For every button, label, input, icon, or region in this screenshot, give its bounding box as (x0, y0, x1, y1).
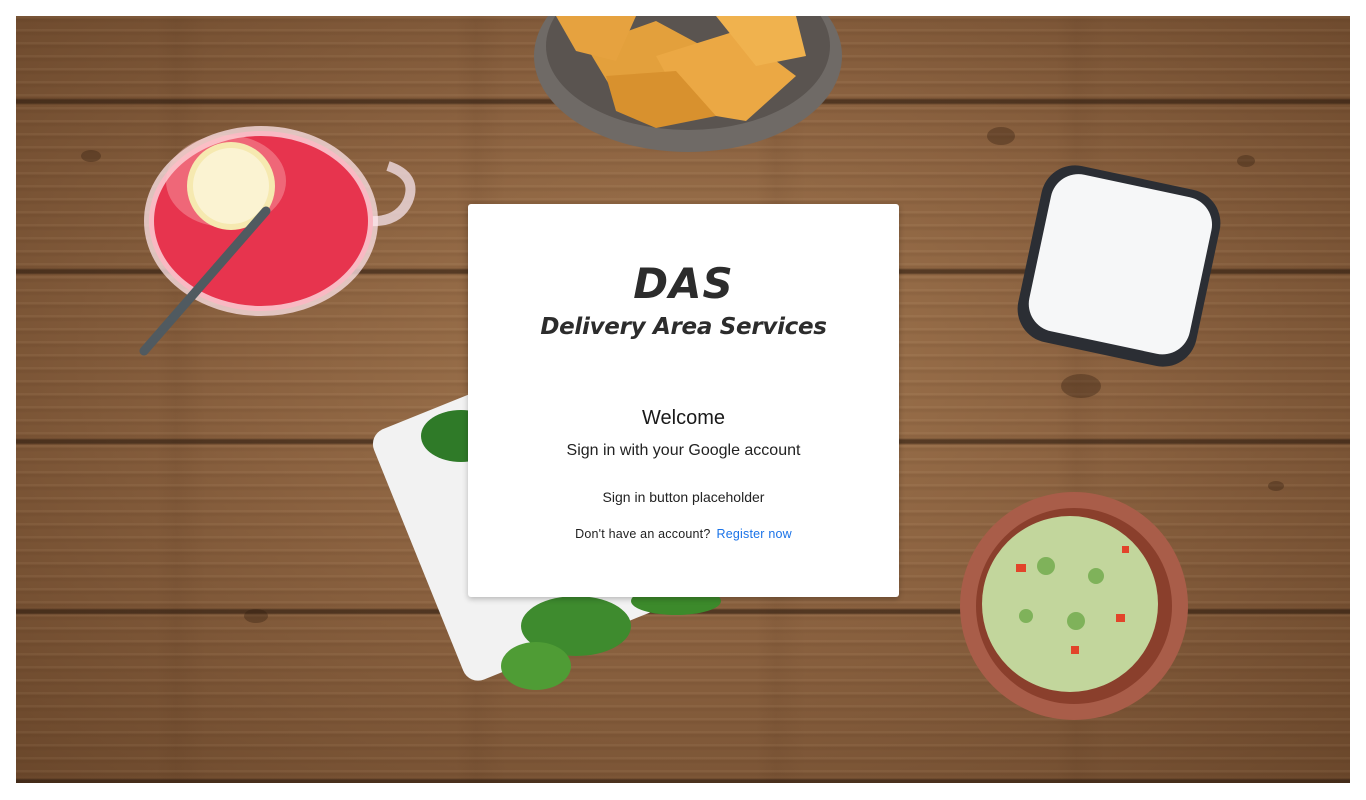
no-account-text: Don't have an account? (575, 527, 711, 541)
lemonade-jar (139, 126, 416, 356)
register-row: Don't have an account? Register now (468, 526, 899, 542)
chips-bowl (534, 16, 842, 152)
google-signin-button-placeholder[interactable]: Sign in button placeholder (468, 488, 899, 506)
register-link[interactable]: Register now (717, 527, 792, 541)
guacamole-bowl (960, 492, 1188, 720)
logo-subtitle: Delivery Area Services (540, 314, 827, 340)
signin-instruction: Sign in with your Google account (566, 442, 801, 459)
login-card: DAS Delivery Area Services Welcome Sign … (468, 204, 899, 597)
welcome-heading: Welcome (642, 407, 725, 429)
logo-title: DAS (633, 259, 734, 308)
das-logo: DAS Delivery Area Services (468, 260, 899, 342)
sour-cream-dish (1017, 165, 1221, 367)
